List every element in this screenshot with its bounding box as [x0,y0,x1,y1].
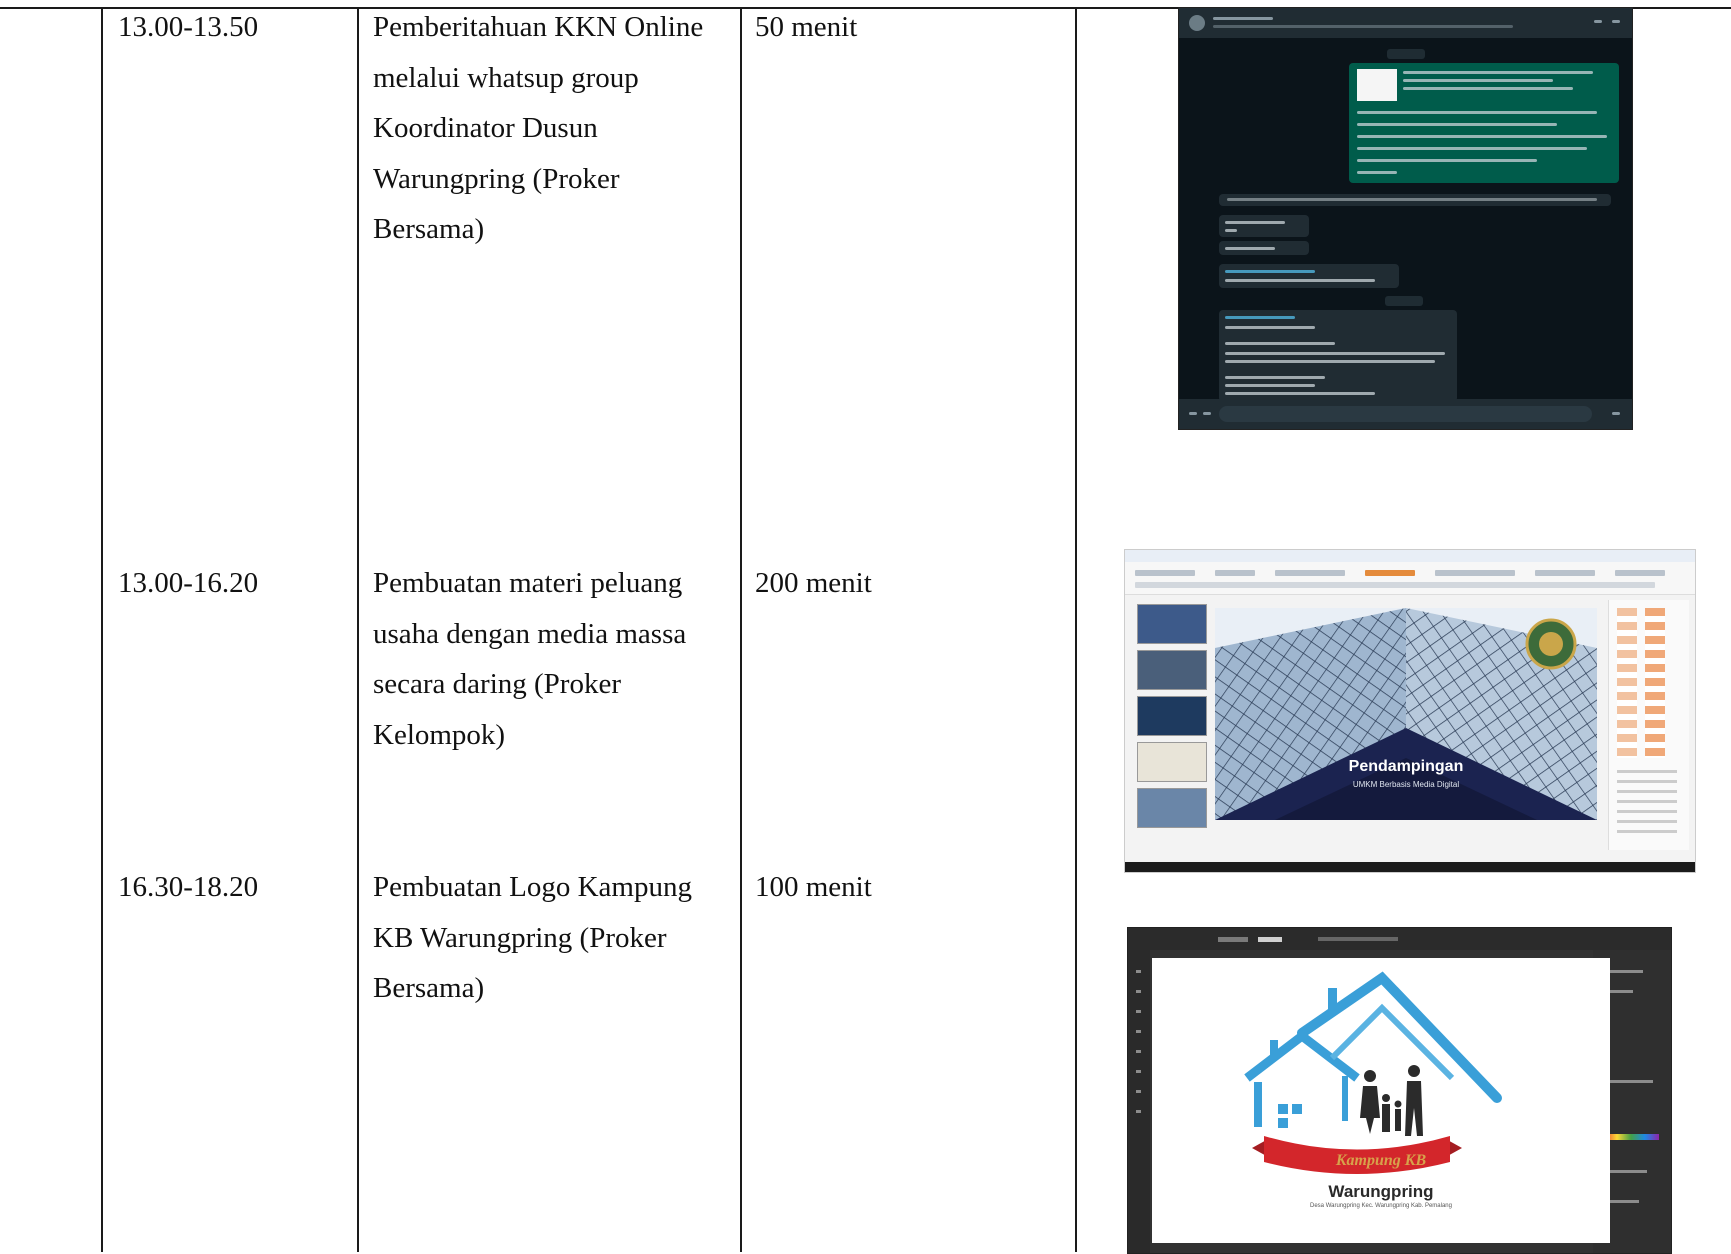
search-icon [1594,20,1602,23]
incoming-message [1219,241,1309,255]
artboard: Kampung KB Warungpring Desa Warungpring … [1152,958,1610,1243]
incoming-message [1219,264,1399,288]
slide-title: Pendampingan [1348,758,1464,775]
control-bar [1128,928,1671,950]
microphone-icon [1612,412,1620,415]
group-name-line [1213,17,1273,20]
logo-banner-text: Kampung KB [1335,1152,1427,1169]
attach-icon [1203,412,1211,415]
outgoing-message [1349,63,1619,183]
duration-cell: 200 menit [755,567,872,599]
time-cell: 16.30-18.20 [118,871,259,903]
whatsapp-chat-screenshot [1178,7,1633,430]
slide-subtitle: UMKM Berbasis Media Digital [1352,780,1460,789]
tools-panel [1128,950,1150,1253]
tab-bar [1125,550,1695,562]
chat-footer [1179,399,1632,429]
slide-thumbnail [1137,650,1207,690]
logo-design-screenshot: Kampung KB Warungpring Desa Warungpring … [1127,927,1672,1254]
time-cell: 13.00-13.50 [118,11,259,43]
system-notice [1219,194,1611,206]
link-preview-image [1357,69,1397,101]
slide-thumbnail [1137,604,1207,644]
slide-thumbnail [1137,696,1207,736]
time-cell: 13.00-16.20 [118,567,259,599]
ribbon [1125,550,1695,595]
chat-header [1179,8,1632,38]
design-panel [1608,600,1689,850]
slide-thumbnails [1131,600,1209,850]
duration-cell: 100 menit [755,871,872,903]
participants-line [1213,25,1513,28]
logo-subtitle: Desa Warungpring Kec. Warungpring Kab. P… [1310,1203,1452,1209]
activity-cell: Pembuatan materi peluang usaha dengan me… [373,567,687,751]
windows-taskbar [1125,862,1695,872]
table-column-divider [101,7,103,1252]
color-spectrum [1603,1134,1659,1140]
activity-cell: Pembuatan Logo Kampung KB Warungpring (P… [373,871,692,1005]
group-avatar [1189,15,1205,31]
activity-cell: Pemberitahuan KKN Online melalui whatsup… [373,11,704,246]
table-column-divider [740,7,742,1252]
logo-wordmark: Warungpring [1328,1182,1434,1201]
icon-grid [1645,608,1665,758]
menu-icon [1612,20,1620,23]
message-input [1219,406,1592,422]
date-chip [1387,49,1425,59]
icon-grid [1617,608,1637,758]
date-chip [1385,296,1423,306]
duration-cell: 50 menit [755,11,858,43]
emoji-icon [1189,412,1197,415]
table-column-divider [357,7,359,1252]
current-slide: Pendampingan UMKM Berbasis Media Digital [1215,608,1597,820]
slide-thumbnail [1137,788,1207,828]
property-list [1617,770,1677,840]
slide-thumbnail [1137,742,1207,782]
incoming-message [1219,215,1309,237]
table-column-divider [1075,7,1077,1252]
presentation-screenshot: Pendampingan UMKM Berbasis Media Digital [1124,549,1696,873]
incoming-message [1219,310,1457,402]
